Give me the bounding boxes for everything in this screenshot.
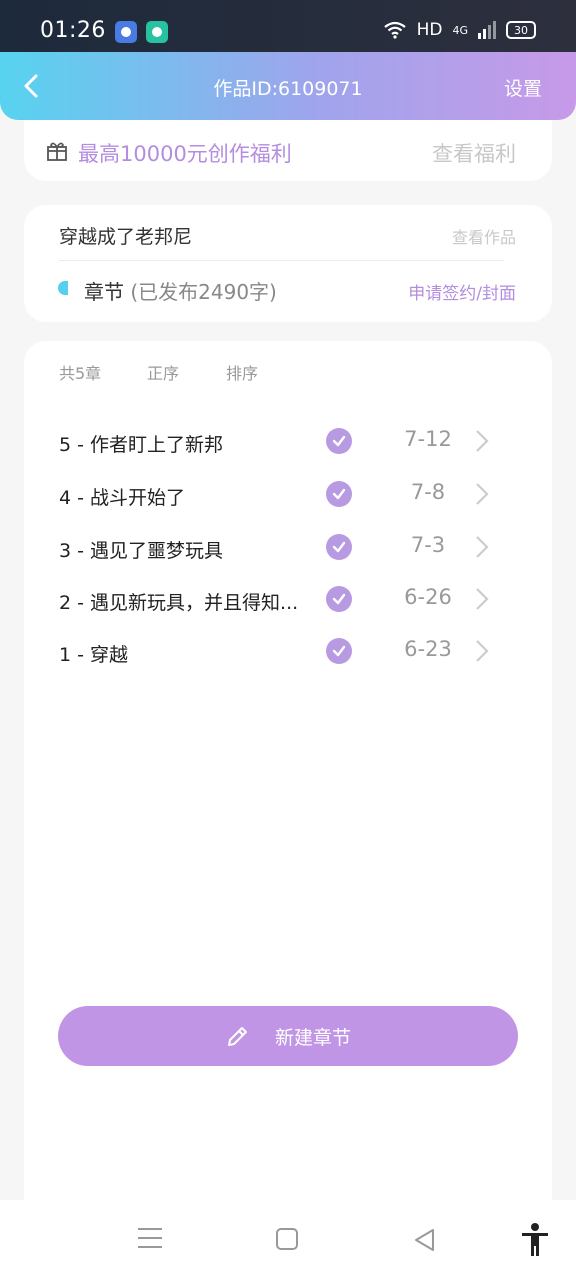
chapter-row[interactable]: 3 - 遇见了噩梦玩具 7-3	[24, 524, 552, 572]
network-type: HD	[416, 20, 443, 40]
chapter-row[interactable]: 4 - 战斗开始了 7-8	[24, 471, 552, 519]
chapter-summary: 章节 (已发布2490字)	[84, 276, 277, 305]
chapter-label: 章节	[84, 280, 124, 304]
chapter-date: 7-8	[410, 480, 446, 504]
chapter-title: 1 - 穿越	[59, 644, 129, 666]
welfare-text: 最高10000元创作福利	[78, 142, 292, 166]
view-work-link[interactable]: 查看作品	[452, 224, 516, 248]
page-title: 作品ID:6109071	[213, 78, 363, 100]
chapter-date: 6-23	[404, 637, 452, 661]
published-check-icon	[326, 428, 352, 454]
chapter-date: 7-3	[410, 533, 446, 557]
pencil-icon	[227, 1027, 247, 1046]
new-chapter-button[interactable]: 新建章节	[58, 1006, 518, 1066]
system-back-icon[interactable]	[412, 1227, 436, 1253]
chapter-title: 3 - 遇见了噩梦玩具	[59, 540, 224, 562]
published-check-icon	[326, 481, 352, 507]
order-button[interactable]: 正序	[147, 360, 179, 384]
chat-app-icon	[146, 21, 168, 43]
home-icon[interactable]	[276, 1228, 298, 1250]
work-title: 穿越成了老邦尼	[59, 226, 193, 248]
accessibility-icon[interactable]	[520, 1222, 550, 1258]
chapter-title: 5 - 作者盯上了新邦	[59, 434, 224, 456]
view-welfare-link[interactable]: 查看福利	[432, 138, 516, 168]
gift-icon	[47, 142, 67, 161]
recent-apps-icon[interactable]	[138, 1228, 162, 1255]
chevron-right-icon	[476, 536, 489, 558]
welfare-card: 最高10000元创作福利 查看福利	[24, 120, 552, 181]
chevron-right-icon	[476, 640, 489, 662]
chapter-row[interactable]: 2 - 遇见新玩具，并且得知... 6-26	[24, 576, 552, 624]
apply-sign-cover-link[interactable]: 申请签约/封面	[408, 279, 516, 304]
signal-label: 4G	[452, 23, 468, 37]
chevron-right-icon	[476, 430, 489, 452]
chevron-right-icon	[476, 588, 489, 610]
wifi-icon	[383, 21, 406, 39]
chapter-title: 4 - 战斗开始了	[59, 487, 186, 509]
sort-button[interactable]: 排序	[226, 360, 258, 384]
work-card: 穿越成了老邦尼 查看作品 章节 (已发布2490字) 申请签约/封面	[24, 205, 552, 322]
published-check-icon	[326, 586, 352, 612]
chapter-list-card: 共5章 正序 排序 5 - 作者盯上了新邦 7-12 4 - 战斗开始了 7-8…	[24, 341, 552, 1211]
signal-icon	[478, 21, 496, 39]
chapter-row[interactable]: 5 - 作者盯上了新邦 7-12	[24, 418, 552, 466]
battery-level: 30	[514, 23, 528, 37]
cloud-app-icon	[115, 21, 137, 43]
chapter-marker	[58, 281, 68, 295]
published-check-icon	[326, 638, 352, 664]
new-chapter-label: 新建章节	[274, 1026, 351, 1049]
chapter-total: 共5章	[59, 364, 102, 383]
published-check-icon	[326, 534, 352, 560]
status-bar: 01:26 HD 4G 30	[0, 0, 576, 52]
chapter-word-count: (已发布2490字)	[130, 280, 277, 304]
chapter-date: 7-12	[404, 427, 452, 451]
settings-button[interactable]: 设置	[504, 74, 542, 101]
chapter-date: 6-26	[404, 585, 452, 609]
chevron-right-icon	[476, 483, 489, 505]
system-nav-bar	[0, 1200, 576, 1280]
chapter-row[interactable]: 1 - 穿越 6-23	[24, 628, 552, 676]
status-time: 01:26	[40, 18, 106, 43]
divider	[59, 260, 504, 261]
battery-icon: 30	[506, 21, 536, 39]
chapter-title: 2 - 遇见新玩具，并且得知...	[59, 592, 299, 614]
